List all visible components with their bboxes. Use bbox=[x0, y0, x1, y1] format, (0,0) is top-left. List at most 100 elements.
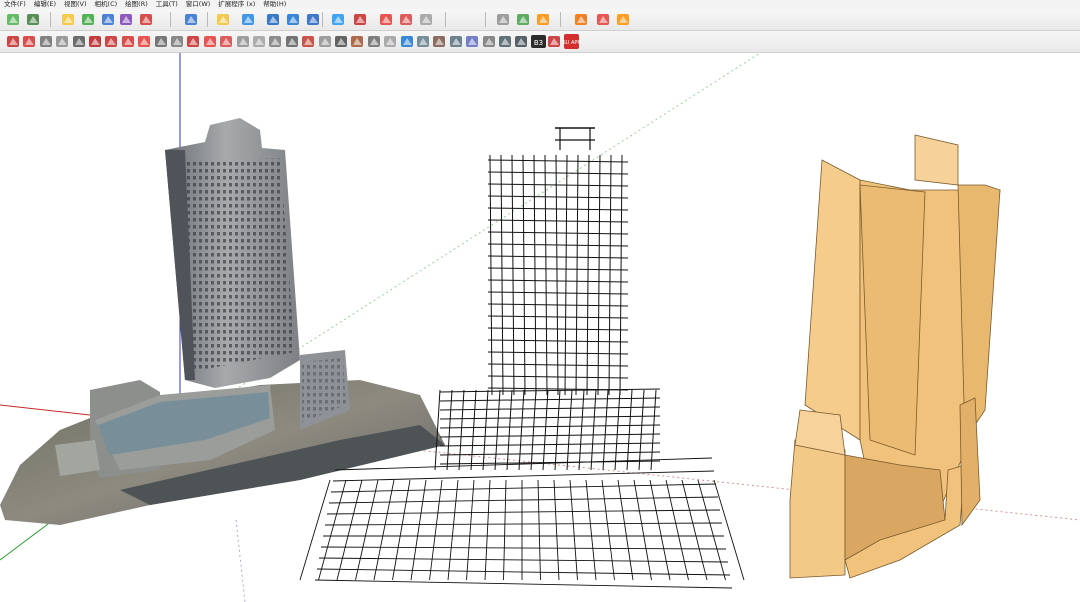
house-yellow-icon[interactable] bbox=[60, 11, 77, 28]
outliner-icon[interactable] bbox=[497, 33, 514, 50]
pipe-icon[interactable] bbox=[305, 11, 322, 28]
wire-segment bbox=[487, 327, 629, 331]
wire-segment bbox=[575, 154, 579, 396]
wire-segment bbox=[470, 389, 477, 471]
offset-tool-icon[interactable] bbox=[71, 33, 88, 50]
wire-segment bbox=[299, 479, 331, 581]
wire-segment bbox=[487, 291, 629, 295]
push-pull-icon[interactable] bbox=[87, 33, 104, 50]
book-icon[interactable] bbox=[5, 11, 22, 28]
menu-item-1[interactable]: 编辑(E) bbox=[30, 0, 60, 9]
layers-icon[interactable] bbox=[573, 11, 590, 28]
wire-segment bbox=[332, 470, 715, 482]
house-green-icon[interactable] bbox=[80, 11, 97, 28]
move-icon[interactable] bbox=[103, 33, 120, 50]
menu-item-5[interactable]: 工具(T) bbox=[152, 0, 182, 9]
gem-purple-icon[interactable] bbox=[118, 11, 135, 28]
rotate-cw-icon[interactable] bbox=[378, 11, 395, 28]
wire-segment bbox=[511, 154, 515, 396]
walk-icon[interactable] bbox=[431, 33, 448, 50]
su-app-icon[interactable]: SU APP bbox=[562, 33, 580, 50]
b3-icon[interactable]: B3 bbox=[530, 33, 547, 50]
point-cloud-wireframe[interactable] bbox=[299, 127, 745, 589]
wire-segment bbox=[665, 479, 689, 581]
rotate-icon[interactable] bbox=[120, 33, 137, 50]
door-icon[interactable] bbox=[398, 11, 415, 28]
wire-segment bbox=[439, 415, 661, 420]
wire-segment bbox=[439, 451, 661, 456]
flip-icon[interactable] bbox=[330, 11, 347, 28]
photo-mesh-building[interactable] bbox=[0, 118, 445, 525]
paint-bucket-icon[interactable] bbox=[202, 33, 219, 50]
massing-solid-model[interactable] bbox=[789, 134, 1001, 579]
eraser-icon[interactable] bbox=[218, 33, 235, 50]
wire-segment bbox=[439, 397, 661, 402]
wire-segment bbox=[334, 457, 713, 471]
text-icon[interactable] bbox=[235, 33, 252, 50]
target-icon[interactable] bbox=[138, 11, 155, 28]
layer-icon[interactable] bbox=[481, 33, 498, 50]
check-icon[interactable] bbox=[185, 33, 202, 50]
arrows-updown-icon[interactable] bbox=[285, 11, 302, 28]
triangle-green-icon[interactable] bbox=[515, 11, 532, 28]
position-camera-icon[interactable] bbox=[464, 33, 481, 50]
line-tool-icon[interactable] bbox=[5, 33, 22, 50]
wire-segment bbox=[487, 267, 629, 271]
wire-segment bbox=[336, 479, 363, 581]
wire-segment bbox=[650, 389, 657, 471]
protractor-icon[interactable] bbox=[169, 33, 186, 50]
tape-measure-icon[interactable] bbox=[153, 33, 170, 50]
mass-main-face bbox=[804, 159, 861, 441]
viewport-canvas[interactable] bbox=[0, 53, 1080, 602]
zoom-icon[interactable] bbox=[333, 33, 350, 50]
menu-item-4[interactable]: 绘图(R) bbox=[121, 0, 152, 9]
arrow-yellow-icon[interactable] bbox=[215, 11, 232, 28]
bar-blue-icon[interactable] bbox=[265, 11, 282, 28]
menu-item-3[interactable]: 相机(C) bbox=[91, 0, 122, 9]
menu-item-6[interactable]: 窗口(W) bbox=[182, 0, 215, 9]
key-icon[interactable] bbox=[495, 11, 512, 28]
sketchup-logo-icon[interactable] bbox=[546, 33, 563, 50]
wire-segment bbox=[439, 406, 661, 411]
scale-icon[interactable] bbox=[183, 11, 200, 28]
section-plane-icon[interactable] bbox=[284, 33, 301, 50]
wire-segment bbox=[614, 389, 621, 471]
mass-left-lower bbox=[789, 439, 846, 579]
shield-icon[interactable] bbox=[418, 11, 435, 28]
cube-blue-icon[interactable] bbox=[100, 11, 117, 28]
arrow-box-icon[interactable] bbox=[25, 11, 42, 28]
dimension-icon[interactable] bbox=[251, 33, 268, 50]
rotate-ccw-icon[interactable] bbox=[352, 11, 369, 28]
menu-item-2[interactable]: 视图(V) bbox=[60, 0, 91, 9]
orbit-icon[interactable] bbox=[300, 33, 317, 50]
scale-tool-icon[interactable] bbox=[136, 33, 153, 50]
wire-segment bbox=[487, 243, 629, 247]
fog-icon[interactable] bbox=[399, 33, 416, 50]
house-red-icon[interactable] bbox=[595, 11, 612, 28]
triangle-blue-icon[interactable] bbox=[240, 11, 257, 28]
gears-icon[interactable] bbox=[615, 11, 632, 28]
wire-segment bbox=[487, 159, 629, 163]
menu-item-0[interactable]: 文件(F) bbox=[0, 0, 30, 9]
download-icon[interactable] bbox=[535, 11, 552, 28]
shadow-icon[interactable] bbox=[382, 33, 399, 50]
look-around-icon[interactable] bbox=[448, 33, 465, 50]
wire-segment bbox=[619, 154, 623, 396]
wire-segment bbox=[447, 479, 459, 581]
styles-icon[interactable] bbox=[513, 33, 530, 50]
wire-segment bbox=[518, 389, 525, 471]
menu-item-8[interactable]: 帮助(H) bbox=[259, 0, 290, 9]
rectangle-tool-icon[interactable] bbox=[21, 33, 38, 50]
axes-icon[interactable] bbox=[267, 33, 284, 50]
zoom-extents-icon[interactable] bbox=[349, 33, 366, 50]
model-viewport[interactable] bbox=[0, 53, 1080, 602]
match-photo-icon[interactable] bbox=[415, 33, 432, 50]
pan-icon[interactable] bbox=[317, 33, 334, 50]
arc-tool-icon[interactable] bbox=[54, 33, 71, 50]
circle-tool-icon[interactable] bbox=[38, 33, 55, 50]
sun-icon[interactable] bbox=[366, 33, 383, 50]
wire-segment bbox=[487, 303, 629, 307]
menu-item-7[interactable]: 扩展程序 (x) bbox=[214, 0, 259, 9]
wire-segment bbox=[537, 479, 541, 581]
wire-segment bbox=[330, 483, 717, 493]
